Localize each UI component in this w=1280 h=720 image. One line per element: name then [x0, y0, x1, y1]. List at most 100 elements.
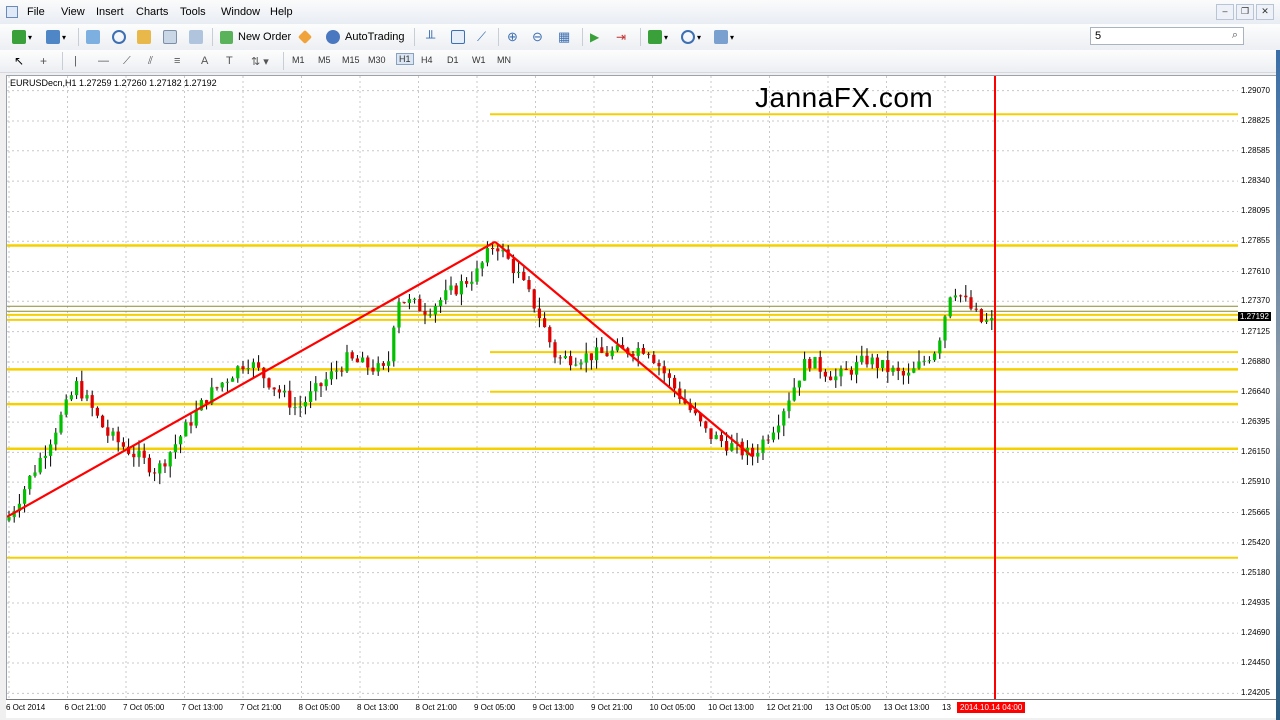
- text-label-icon: T: [226, 55, 233, 67]
- close-icon[interactable]: ✕: [1256, 4, 1274, 20]
- candle-body: [361, 357, 365, 363]
- search-icon[interactable]: ⌕: [1232, 29, 1238, 42]
- vertical-line-tool[interactable]: |: [74, 51, 77, 71]
- candle-body: [574, 364, 578, 366]
- cursor-tool[interactable]: ↖: [14, 51, 24, 71]
- templates-icon: [714, 30, 728, 44]
- candle-body: [870, 357, 874, 365]
- candle-body: [511, 258, 515, 274]
- menu-view[interactable]: View: [61, 6, 85, 18]
- terminal-button[interactable]: [163, 27, 177, 47]
- restore-icon[interactable]: ❐: [1236, 4, 1254, 20]
- menu-insert[interactable]: Insert: [96, 6, 124, 18]
- menu-charts[interactable]: Charts: [136, 6, 168, 18]
- menu-window[interactable]: Window: [221, 6, 260, 18]
- profiles-button[interactable]: ▾: [46, 27, 66, 47]
- data-window-button[interactable]: [112, 27, 126, 47]
- zoom-in-button[interactable]: ⊕: [507, 27, 518, 47]
- menu-tools[interactable]: Tools: [180, 6, 206, 18]
- line-chart-button[interactable]: ⟋: [477, 27, 486, 47]
- fibonacci-icon: ≡: [174, 55, 181, 67]
- trendline-tool[interactable]: ⟋: [123, 51, 131, 71]
- candle-body: [917, 361, 921, 369]
- candle-body: [600, 347, 604, 353]
- minimize-icon[interactable]: –: [1216, 4, 1234, 20]
- timeframe-m1[interactable]: M1: [292, 55, 305, 65]
- candle-body: [121, 442, 125, 447]
- candle-body: [730, 443, 734, 451]
- candle-body: [553, 342, 557, 358]
- timeframe-h4[interactable]: H4: [421, 55, 433, 65]
- crosshair-tool[interactable]: +: [40, 51, 47, 71]
- candle-body: [865, 355, 869, 365]
- timeframe-m5[interactable]: M5: [318, 55, 331, 65]
- candle-body: [28, 475, 32, 490]
- tester-button[interactable]: [189, 27, 203, 47]
- timeframe-w1[interactable]: W1: [472, 55, 486, 65]
- zoom-out-button[interactable]: ⊖: [532, 27, 543, 47]
- label-tool[interactable]: T: [226, 51, 233, 71]
- terminal-icon: [163, 30, 177, 44]
- price-tick-label: 1.24935: [1241, 597, 1270, 607]
- menu-help[interactable]: Help: [270, 6, 293, 18]
- candle-body: [272, 387, 276, 390]
- chart-window[interactable]: [6, 75, 1240, 701]
- candle-body: [990, 318, 994, 321]
- candle-body: [376, 363, 380, 372]
- timeframe-m30[interactable]: M30: [368, 55, 386, 65]
- candle-body: [80, 381, 84, 399]
- timeframe-m15[interactable]: M15: [342, 55, 360, 65]
- autoscroll-button[interactable]: ▶: [590, 27, 599, 47]
- candle-body: [579, 362, 583, 365]
- candle-body: [184, 422, 188, 437]
- search-input[interactable]: 5: [1090, 27, 1244, 45]
- market-watch-button[interactable]: [86, 27, 100, 47]
- candle-body: [153, 472, 157, 474]
- candle-body: [309, 391, 313, 402]
- candle-body: [912, 368, 916, 373]
- candle-body: [314, 383, 318, 392]
- candle-body: [834, 376, 838, 381]
- price-chart[interactable]: [7, 76, 1239, 700]
- indicators-button[interactable]: ▾: [648, 27, 668, 47]
- arrows-tool[interactable]: ⇅ ▾: [251, 51, 269, 71]
- app-icon: [6, 6, 18, 18]
- metaeditor-button[interactable]: [297, 27, 313, 47]
- horizontal-line-tool[interactable]: —: [98, 51, 109, 71]
- desktop-background-strip: [1276, 50, 1280, 720]
- zoom-out-icon: ⊖: [532, 29, 543, 44]
- candle-body: [111, 431, 115, 436]
- crosshair-tool-icon: +: [40, 54, 48, 68]
- chart-shift-button[interactable]: ⇥: [616, 27, 626, 47]
- fibonacci-tool[interactable]: ≡: [174, 51, 180, 71]
- candle-body: [241, 366, 245, 370]
- navigator-button[interactable]: [137, 27, 151, 47]
- price-tick-label: 1.26150: [1241, 447, 1270, 457]
- candle-body: [667, 373, 671, 378]
- candlestick-button[interactable]: [451, 27, 465, 47]
- channel-tool[interactable]: ⫽: [148, 51, 153, 71]
- bar-chart-button[interactable]: ╨: [426, 27, 435, 47]
- new-order-button[interactable]: New Order: [220, 27, 291, 47]
- new-chart-button[interactable]: ▾: [12, 27, 32, 47]
- timeframe-d1[interactable]: D1: [447, 55, 459, 65]
- candle-body: [532, 289, 536, 309]
- candle-body: [938, 340, 942, 354]
- autotrading-label: AutoTrading: [345, 31, 405, 43]
- candle-body: [371, 367, 375, 372]
- text-tool[interactable]: A: [201, 51, 208, 71]
- price-tick-label: 1.28825: [1241, 116, 1270, 126]
- candle-body: [875, 357, 879, 369]
- templates-button[interactable]: ▾: [714, 27, 734, 47]
- candle-body: [345, 352, 349, 372]
- menu-file[interactable]: File: [27, 6, 45, 18]
- timeframe-h1[interactable]: H1: [396, 53, 414, 65]
- timeframe-mn[interactable]: MN: [497, 55, 511, 65]
- candle-body: [350, 352, 354, 359]
- candle-body: [137, 450, 141, 458]
- tile-windows-button[interactable]: ▦: [558, 27, 570, 47]
- autotrading-button[interactable]: AutoTrading: [326, 27, 405, 47]
- candle-body: [704, 421, 708, 429]
- candle-body: [49, 444, 53, 456]
- periods-button[interactable]: ▾: [681, 27, 701, 47]
